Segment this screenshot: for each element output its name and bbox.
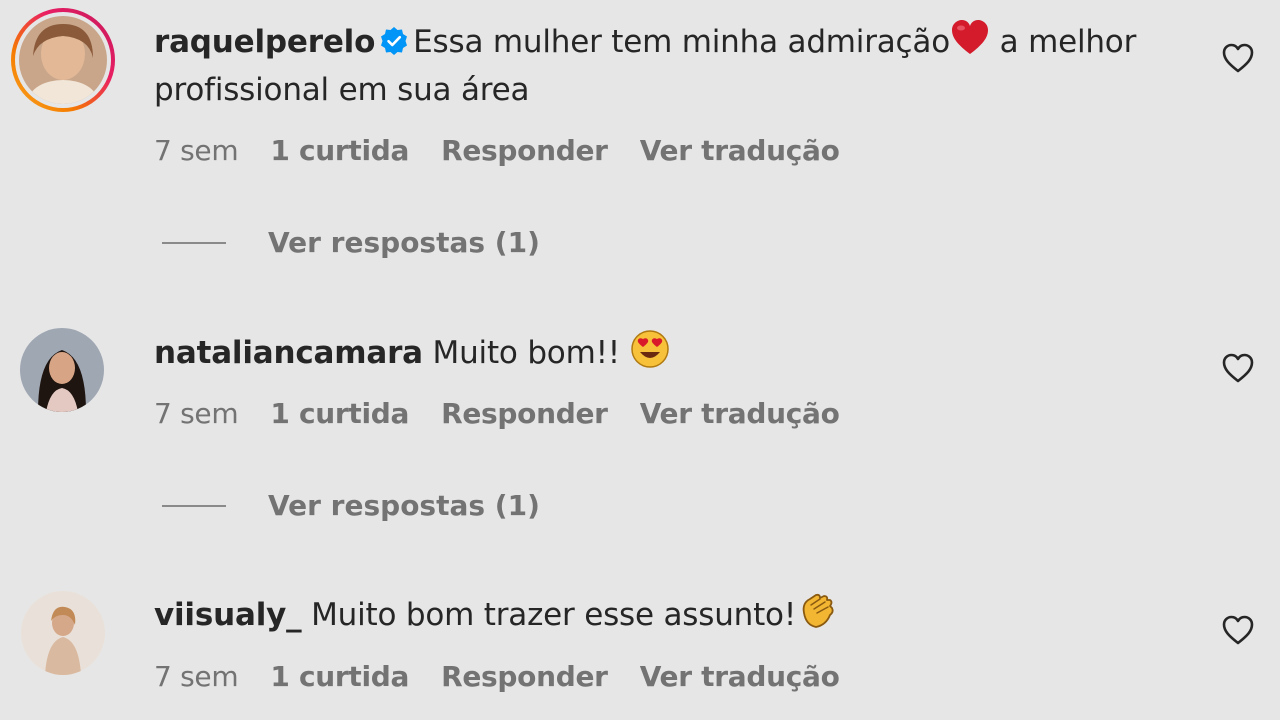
view-replies-button[interactable]: Ver respostas (1) bbox=[162, 489, 540, 522]
verified-badge-icon bbox=[379, 22, 409, 55]
comments-list: raquelperelo Essa mulher tem minha admira… bbox=[0, 0, 1280, 720]
replies-divider bbox=[162, 504, 226, 507]
comment-text-part: Essa mulher tem minha admiração bbox=[413, 24, 950, 60]
avatar-with-story-ring[interactable] bbox=[11, 8, 115, 112]
comment-likes[interactable]: 1 curtida bbox=[270, 134, 409, 167]
comment-text: raquelperelo Essa mulher tem minha admira… bbox=[154, 18, 1194, 114]
comment-meta: 7 sem 1 curtida Responder Ver tradução bbox=[154, 134, 840, 167]
view-replies-button[interactable]: Ver respostas (1) bbox=[162, 226, 540, 259]
view-replies-label: Ver respostas (1) bbox=[268, 489, 540, 522]
comment-text-part: Muito bom!! bbox=[432, 335, 630, 371]
comment-likes[interactable]: 1 curtida bbox=[270, 397, 409, 430]
reply-button[interactable]: Responder bbox=[441, 397, 608, 430]
comment-text: viisualy_ Muito bom trazer esse assunto! bbox=[154, 591, 1194, 639]
comment-meta: 7 sem 1 curtida Responder Ver tradução bbox=[154, 660, 840, 693]
comment-time[interactable]: 7 sem bbox=[154, 660, 239, 693]
reply-button[interactable]: Responder bbox=[441, 134, 608, 167]
comment-text: nataliancamara Muito bom!! bbox=[154, 329, 1194, 377]
comment-username[interactable]: nataliancamara bbox=[154, 335, 423, 371]
heart-like-icon[interactable] bbox=[1220, 612, 1256, 648]
comment-meta: 7 sem 1 curtida Responder Ver tradução bbox=[154, 397, 840, 430]
reply-button[interactable]: Responder bbox=[441, 660, 608, 693]
avatar bbox=[19, 16, 107, 104]
clapping-hands-emoji-icon bbox=[796, 591, 836, 631]
view-replies-label: Ver respostas (1) bbox=[268, 226, 540, 259]
heart-like-icon[interactable] bbox=[1220, 350, 1256, 386]
avatar[interactable] bbox=[21, 591, 105, 675]
comment-time[interactable]: 7 sem bbox=[154, 134, 239, 167]
comment-text-part: Muito bom trazer esse assunto! bbox=[311, 597, 797, 633]
comment-likes[interactable]: 1 curtida bbox=[270, 660, 409, 693]
comment-username[interactable]: viisualy_ bbox=[154, 597, 302, 633]
red-heart-icon bbox=[950, 18, 990, 58]
replies-divider bbox=[162, 241, 226, 244]
translate-button[interactable]: Ver tradução bbox=[640, 397, 840, 430]
comment-username[interactable]: raquelperelo bbox=[154, 24, 375, 60]
comment-time[interactable]: 7 sem bbox=[154, 397, 239, 430]
heart-eyes-emoji-icon bbox=[630, 329, 670, 369]
translate-button[interactable]: Ver tradução bbox=[640, 134, 840, 167]
heart-like-icon[interactable] bbox=[1220, 40, 1256, 76]
translate-button[interactable]: Ver tradução bbox=[640, 660, 840, 693]
avatar[interactable] bbox=[20, 328, 104, 412]
